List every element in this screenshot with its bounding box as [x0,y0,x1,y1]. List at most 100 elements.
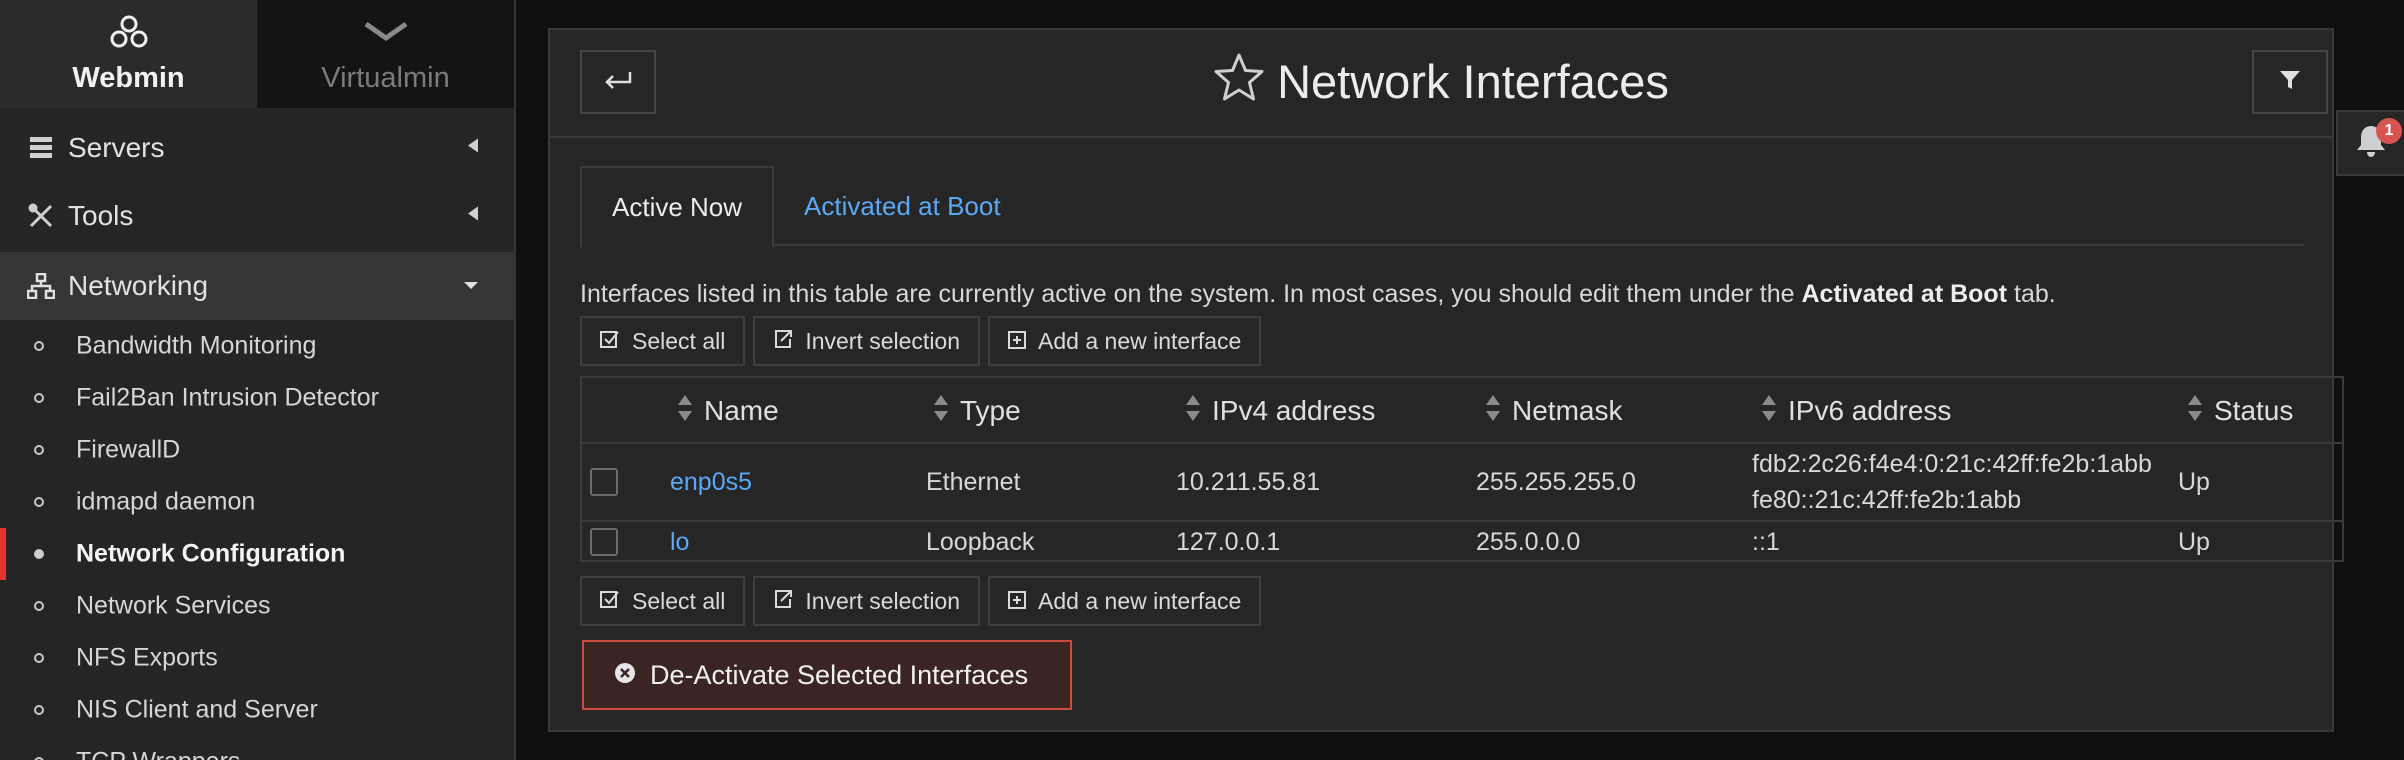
bullet-icon [34,705,44,715]
main-panel: Network Interfaces Active Now Activated … [548,28,2344,732]
menu-category-servers[interactable]: Servers [0,114,514,182]
row-checkbox[interactable] [590,468,618,496]
invert-selection-button[interactable]: Invert selection [753,316,981,366]
bullet-icon [34,601,44,611]
description-text: Interfaces listed in this table are curr… [580,280,1802,308]
sort-icon [1762,393,1776,430]
share-square-icon [773,588,793,615]
bullet-icon [34,445,44,455]
panel-header: Network Interfaces [550,30,2332,138]
interface-netmask: 255.255.255.0 [1476,468,1636,496]
bullet-icon [34,497,44,507]
sidebar-item-label: Network Configuration [76,539,346,568]
sidebar-item-network-configuration[interactable]: Network Configuration [0,528,514,580]
sidebar-item-bandwidth-monitoring[interactable]: Bandwidth Monitoring [0,320,514,372]
deactivate-selected-button[interactable]: De-Activate Selected Interfaces [582,640,1072,710]
column-header-name[interactable]: Name [678,378,779,444]
interface-type: Ethernet [926,468,1021,496]
sidebar-item-fail2ban[interactable]: Fail2Ban Intrusion Detector [0,372,514,424]
add-interface-button[interactable]: Add a new interface [988,316,1262,366]
sidebar: Webmin Virtualmin Servers Tools Networki… [0,0,516,760]
webmin-logo-icon [109,12,149,52]
interface-ipv6-primary: ::1 [1752,528,1780,556]
add-interface-button[interactable]: Add a new interface [988,576,1262,626]
tab-webmin[interactable]: Webmin [0,0,257,108]
notifications-button[interactable]: 1 [2336,110,2404,176]
sidebar-item-network-services[interactable]: Network Services [0,580,514,632]
menu-category-label: Tools [68,200,134,231]
sort-icon [1186,393,1200,430]
sidebar-item-firewalld[interactable]: FirewallD [0,424,514,476]
filter-button[interactable] [2252,50,2328,114]
notification-count-badge: 1 [2376,118,2402,144]
menu-category-networking[interactable]: Networking [0,252,514,320]
invert-selection-label: Invert selection [805,327,961,354]
column-header-netmask[interactable]: Netmask [1486,378,1622,444]
interface-ipv4: 10.211.55.81 [1176,468,1321,496]
add-interface-label: Add a new interface [1038,587,1242,614]
interface-ipv6-secondary: fe80::21c:42ff:fe2b:1abb [1752,486,2022,514]
interface-status: Up [2178,468,2210,496]
menu-category-tools[interactable]: Tools [0,182,514,250]
column-header-ipv4[interactable]: IPv4 address [1186,378,1375,444]
filter-icon [2279,69,2301,96]
select-all-label: Select all [632,327,726,354]
description-bold: Activated at Boot [1801,280,2008,308]
share-square-icon [773,328,793,355]
description-tail: tab. [2007,280,2056,308]
description: Interfaces listed in this table are curr… [580,280,2056,309]
caret-left-icon [468,138,478,158]
column-header-ipv6[interactable]: IPv6 address [1762,378,1951,444]
checkbox-checked-icon [600,328,620,355]
interface-name-link[interactable]: enp0s5 [670,468,752,497]
product-switcher: Webmin Virtualmin [0,0,514,108]
select-all-button[interactable]: Select all [580,316,746,366]
star-icon[interactable] [1213,52,1265,113]
page-title-text: Network Interfaces [1277,55,1669,108]
bottom-action-bar: Select all Invert selection Add a new in… [580,576,1262,626]
sort-icon [678,393,692,430]
tab-virtualmin-label: Virtualmin [321,62,450,94]
add-interface-label: Add a new interface [1038,327,1242,354]
column-header-status[interactable]: Status [2188,378,2293,444]
sidebar-item-tcp-wrappers[interactable]: TCP Wrappers [0,736,514,760]
menu-category-label: Networking [68,270,209,301]
sidebar-item-label: Network Services [76,591,271,620]
table-row: lo Loopback 127.0.0.1 255.0.0.0 ::1 Up [582,522,2342,562]
menu-category-label: Servers [68,132,165,163]
sort-icon [2188,393,2202,430]
caret-down-icon [464,277,478,295]
column-header-label: Name [704,395,779,426]
select-all-button[interactable]: Select all [580,576,746,626]
tab-webmin-label: Webmin [72,62,185,94]
tab-bar: Active Now Activated at Boot [580,166,2304,248]
sidebar-item-label: NIS Client and Server [76,695,318,724]
column-header-label: IPv6 address [1788,395,1952,426]
deactivate-label: De-Activate Selected Interfaces [650,659,1029,690]
table-row: enp0s5 Ethernet 10.211.55.81 255.255.255… [582,444,2342,522]
bullet-icon [34,393,44,403]
sidebar-item-nfs-exports[interactable]: NFS Exports [0,632,514,684]
bullet-icon [34,341,44,351]
row-checkbox[interactable] [590,528,618,556]
tab-active-now[interactable]: Active Now [580,166,775,248]
checkbox-checked-icon [600,588,620,615]
tab-virtualmin[interactable]: Virtualmin [257,0,514,108]
sidebar-item-idmapd[interactable]: idmapd daemon [0,476,514,528]
caret-left-icon [468,206,478,226]
interface-status: Up [2178,528,2210,556]
table-header-row: Name Type IPv4 address Netmask IPv6 addr… [582,378,2342,444]
tab-activated-at-boot[interactable]: Activated at Boot [774,166,1031,246]
sidebar-item-label: Fail2Ban Intrusion Detector [76,383,379,412]
invert-selection-button[interactable]: Invert selection [753,576,981,626]
interface-name-link[interactable]: lo [670,528,689,557]
sidebar-item-nis[interactable]: NIS Client and Server [0,684,514,736]
sidebar-item-label: Bandwidth Monitoring [76,331,317,360]
top-action-bar: Select all Invert selection Add a new in… [580,316,1262,366]
plus-square-icon [1008,328,1027,355]
plus-square-icon [1008,588,1027,615]
sidebar-item-label: NFS Exports [76,643,218,672]
column-header-label: IPv4 address [1212,395,1376,426]
column-header-type[interactable]: Type [934,378,1021,444]
sort-icon [934,393,948,430]
